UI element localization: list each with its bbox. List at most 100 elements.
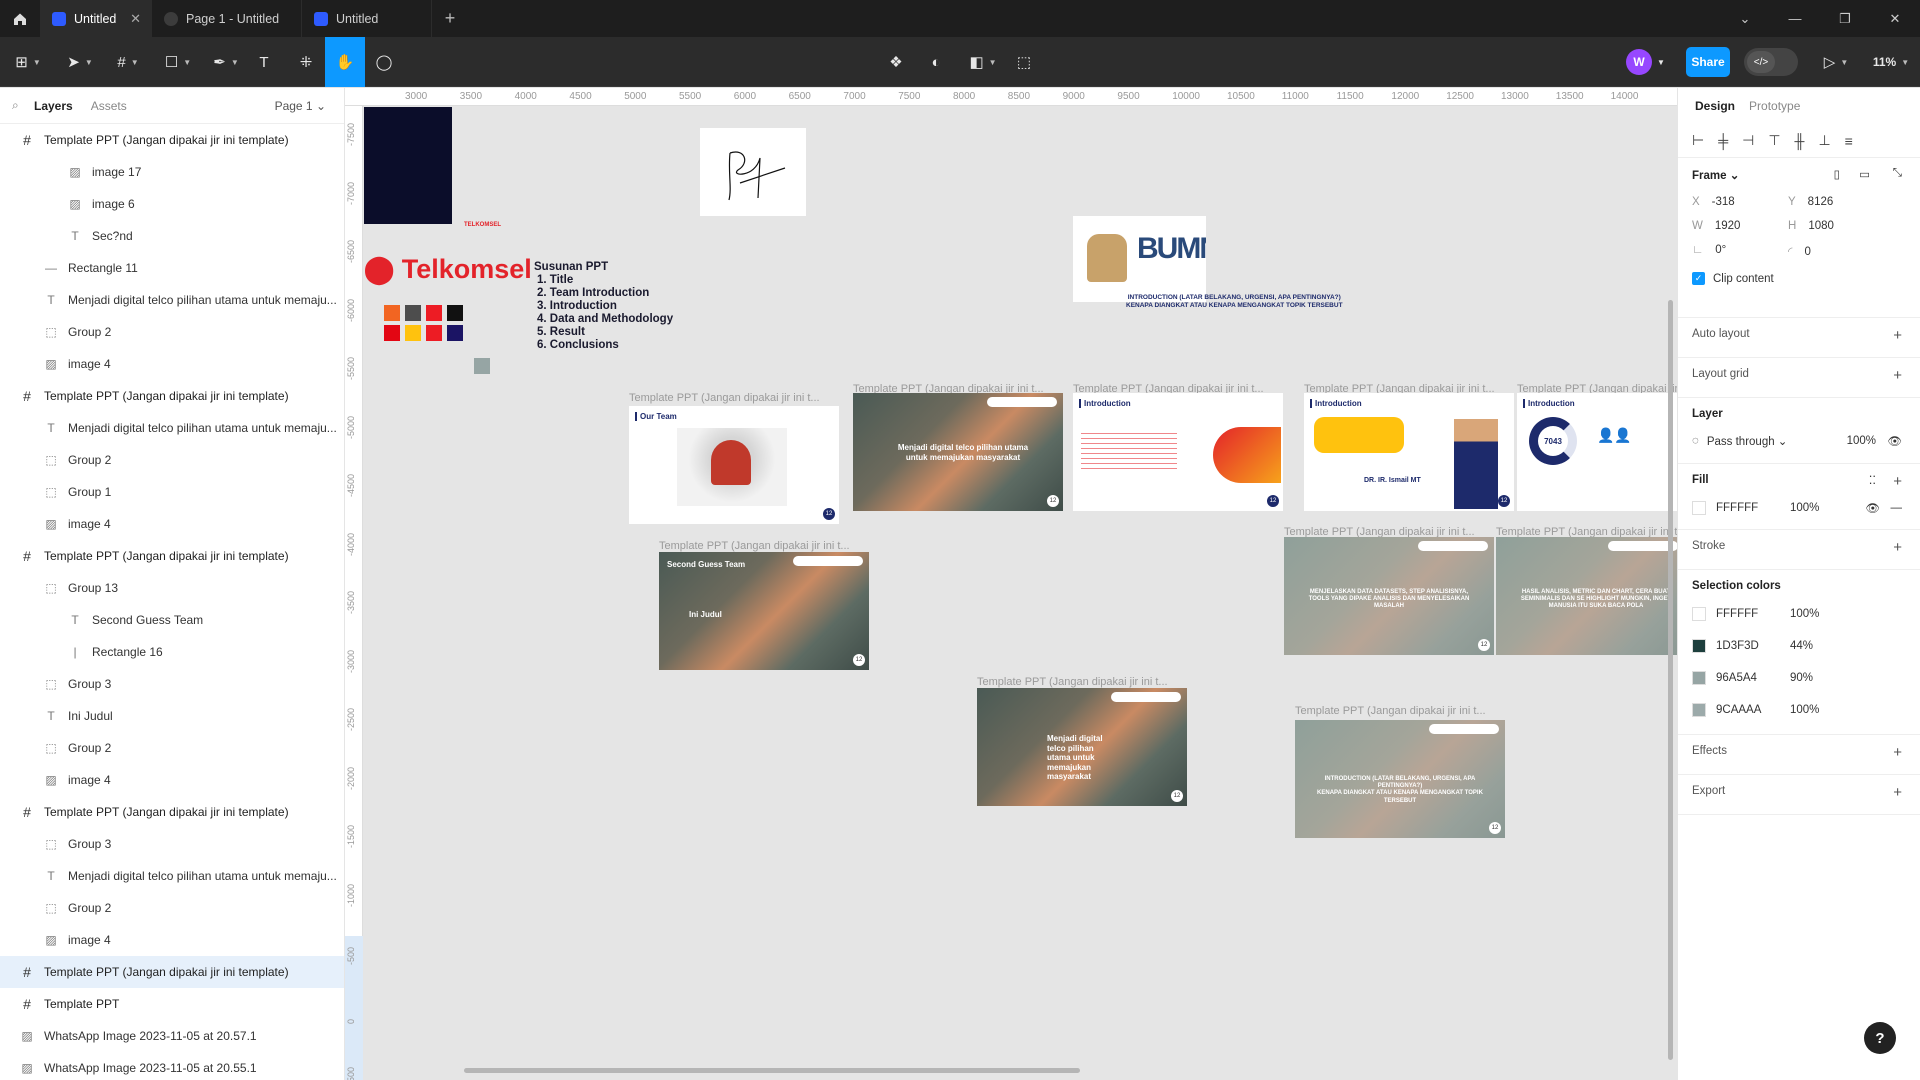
zoom-dropdown[interactable]: 11% ▼: [1868, 37, 1914, 87]
new-tab-icon[interactable]: +: [432, 8, 468, 29]
layer-row[interactable]: T Sec?nd: [0, 220, 344, 252]
rotation-field[interactable]: ∟ 0°: [1692, 244, 1788, 258]
tab-layers[interactable]: Layers: [34, 99, 73, 113]
frame-label[interactable]: Template PPT (Jangan dipakai jir ini t..…: [659, 540, 869, 552]
close-window-icon[interactable]: ✕: [1870, 0, 1920, 37]
radius-field[interactable]: ◜ 0: [1788, 244, 1884, 258]
layer-row[interactable]: ⬚ Group 2: [0, 444, 344, 476]
layer-row[interactable]: ⬚ Group 3: [0, 828, 344, 860]
align-middle-icon[interactable]: ╫: [1795, 133, 1805, 149]
rectangle-tool-icon[interactable]: ☐ ▼: [160, 37, 196, 87]
susunan-ppt-text[interactable]: Susunan PPT 1. Title 2. Team Introduction…: [534, 261, 673, 352]
avatar[interactable]: W: [1626, 49, 1652, 75]
layer-row[interactable]: # Template PPT (Jangan dipakai jir ini te…: [0, 540, 344, 572]
layer-row[interactable]: ▨ WhatsApp Image 2023-11-05 at 20.55.1: [0, 1052, 344, 1080]
canvas[interactable]: TELKOMSEL ⬤ Telkomsel Susunan PPT 1. Tit…: [364, 106, 1684, 1080]
move-tool-icon[interactable]: ➤ ▼: [62, 37, 98, 87]
chevron-down-icon[interactable]: ▼: [1654, 37, 1668, 87]
color-chip[interactable]: [1692, 703, 1706, 717]
frame-tool-icon[interactable]: # ▼: [110, 37, 146, 87]
slide-introduction-faded[interactable]: INTRODUCTION (LATAR BELAKANG, URGENSI, A…: [1295, 720, 1505, 838]
add-icon[interactable]: +: [1893, 327, 1902, 344]
layer-row[interactable]: ⬚ Group 2: [0, 732, 344, 764]
color-opacity[interactable]: 90%: [1790, 672, 1813, 684]
align-left-icon[interactable]: ⊢: [1692, 132, 1704, 149]
y-field[interactable]: Y 8126: [1788, 196, 1884, 208]
layer-row[interactable]: ▨ WhatsApp Image 2023-11-05 at 20.57.1: [0, 1020, 344, 1052]
layer-row[interactable]: # Template PPT: [0, 988, 344, 1020]
frame-label[interactable]: Template PPT (Jangan dipakai jir ini t..…: [977, 676, 1187, 688]
blend-dropdown[interactable]: Pass through ⌄: [1707, 434, 1788, 448]
layer-row[interactable]: ▨ image 4: [0, 508, 344, 540]
selection-color-row[interactable]: 9CAAAA 100%: [1692, 694, 1906, 726]
layer-row[interactable]: ⬚ Group 13: [0, 572, 344, 604]
resize-to-fit-icon[interactable]: ⤡: [1893, 167, 1902, 180]
style-grid-icon[interactable]: ⁚⁚: [1869, 473, 1876, 487]
layer-row[interactable]: ⬚ Group 2: [0, 892, 344, 924]
layer-row[interactable]: T Ini Judul: [0, 700, 344, 732]
slide-introduction-1[interactable]: Introduction 12: [1073, 393, 1283, 511]
add-icon[interactable]: +: [1893, 367, 1902, 384]
selection-color-row[interactable]: FFFFFF 100%: [1692, 598, 1906, 630]
fill-color-chip[interactable]: [1692, 501, 1706, 515]
slide-tagline-2[interactable]: Menjadi digital telco pilihan utama untu…: [977, 688, 1187, 806]
dark-slide-thumbnail[interactable]: [364, 107, 452, 224]
color-swatch[interactable]: [405, 325, 421, 341]
layer-row[interactable]: ▨ image 17: [0, 156, 344, 188]
gray-swatch[interactable]: [474, 358, 490, 374]
color-opacity[interactable]: 100%: [1790, 608, 1819, 620]
slide-introduction-2[interactable]: Introduction DR. IR. Ismail MT 12: [1304, 393, 1514, 511]
slide-introduction-3[interactable]: Introduction 7043 👤👤: [1517, 393, 1684, 511]
comment-tool-icon[interactable]: ◯: [372, 37, 396, 87]
selection-color-row[interactable]: 96A5A4 90%: [1692, 662, 1906, 694]
layer-opacity[interactable]: 100%: [1847, 435, 1876, 447]
color-swatch[interactable]: [405, 305, 421, 321]
horizontal-scrollbar[interactable]: [464, 1068, 1080, 1073]
slide-second-guess[interactable]: Second Guess Team Ini Judul 12: [659, 552, 869, 670]
layer-row[interactable]: T Menjadi digital telco pilihan utama unt…: [0, 860, 344, 892]
layer-row[interactable]: # Template PPT (Jangan dipakai jir ini te…: [0, 124, 344, 156]
tab-untitled-1[interactable]: Untitled ✕: [40, 0, 152, 37]
layer-row[interactable]: ⬚ Group 2: [0, 316, 344, 348]
add-icon[interactable]: +: [1893, 784, 1902, 801]
share-button[interactable]: Share: [1686, 47, 1730, 77]
text-tool-icon[interactable]: T: [252, 37, 276, 87]
present-icon[interactable]: ▷ ▼: [1818, 37, 1854, 87]
vertical-scrollbar[interactable]: [1668, 300, 1673, 1060]
dev-mode-toggle[interactable]: </>: [1744, 48, 1798, 76]
frame-label[interactable]: Template PPT (Jangan dipakai jir ini t..…: [1295, 705, 1505, 717]
add-icon[interactable]: +: [1893, 744, 1902, 761]
color-hex[interactable]: 9CAAAA: [1716, 704, 1790, 716]
layer-row[interactable]: T Menjadi digital telco pilihan utama unt…: [0, 284, 344, 316]
color-swatch[interactable]: [426, 325, 442, 341]
slide-tagline[interactable]: Menjadi digital telco pilihan utama untu…: [853, 393, 1063, 511]
color-swatch[interactable]: [384, 305, 400, 321]
color-opacity[interactable]: 44%: [1790, 640, 1813, 652]
mask-icon[interactable]: ◐: [924, 37, 948, 87]
w-field[interactable]: W 1920: [1692, 220, 1788, 232]
component-icon[interactable]: ❖: [884, 37, 908, 87]
color-chip[interactable]: [1692, 607, 1706, 621]
align-center-icon[interactable]: ╪: [1718, 133, 1728, 149]
portrait-icon[interactable]: ▯: [1834, 167, 1840, 181]
color-hex[interactable]: 1D3F3D: [1716, 640, 1790, 652]
tab-design[interactable]: Design: [1695, 99, 1735, 113]
color-chip[interactable]: [1692, 671, 1706, 685]
color-hex[interactable]: FFFFFF: [1716, 608, 1790, 620]
color-swatch[interactable]: [426, 305, 442, 321]
add-icon[interactable]: +: [1893, 473, 1902, 490]
fill-opacity[interactable]: 100%: [1790, 502, 1819, 514]
layer-row[interactable]: # Template PPT (Jangan dipakai jir ini te…: [0, 956, 344, 988]
layer-row[interactable]: ⬚ Group 1: [0, 476, 344, 508]
tab-page-1[interactable]: Page 1 - Untitled: [152, 0, 302, 37]
close-icon[interactable]: ✕: [130, 11, 141, 27]
align-bottom-icon[interactable]: ⊥: [1818, 132, 1830, 149]
align-right-icon[interactable]: ⊣: [1742, 132, 1754, 149]
layer-row[interactable]: ⬚ Group 3: [0, 668, 344, 700]
help-button[interactable]: ?: [1864, 1022, 1896, 1054]
layer-row[interactable]: ▨ image 6: [0, 188, 344, 220]
slide-datasets[interactable]: MENJELASKAN DATA DATASETS, STEP ANALISIS…: [1284, 537, 1494, 655]
color-swatch[interactable]: [447, 305, 463, 321]
tab-prototype[interactable]: Prototype: [1749, 99, 1800, 113]
hand-tool-icon[interactable]: ✋: [325, 37, 365, 87]
